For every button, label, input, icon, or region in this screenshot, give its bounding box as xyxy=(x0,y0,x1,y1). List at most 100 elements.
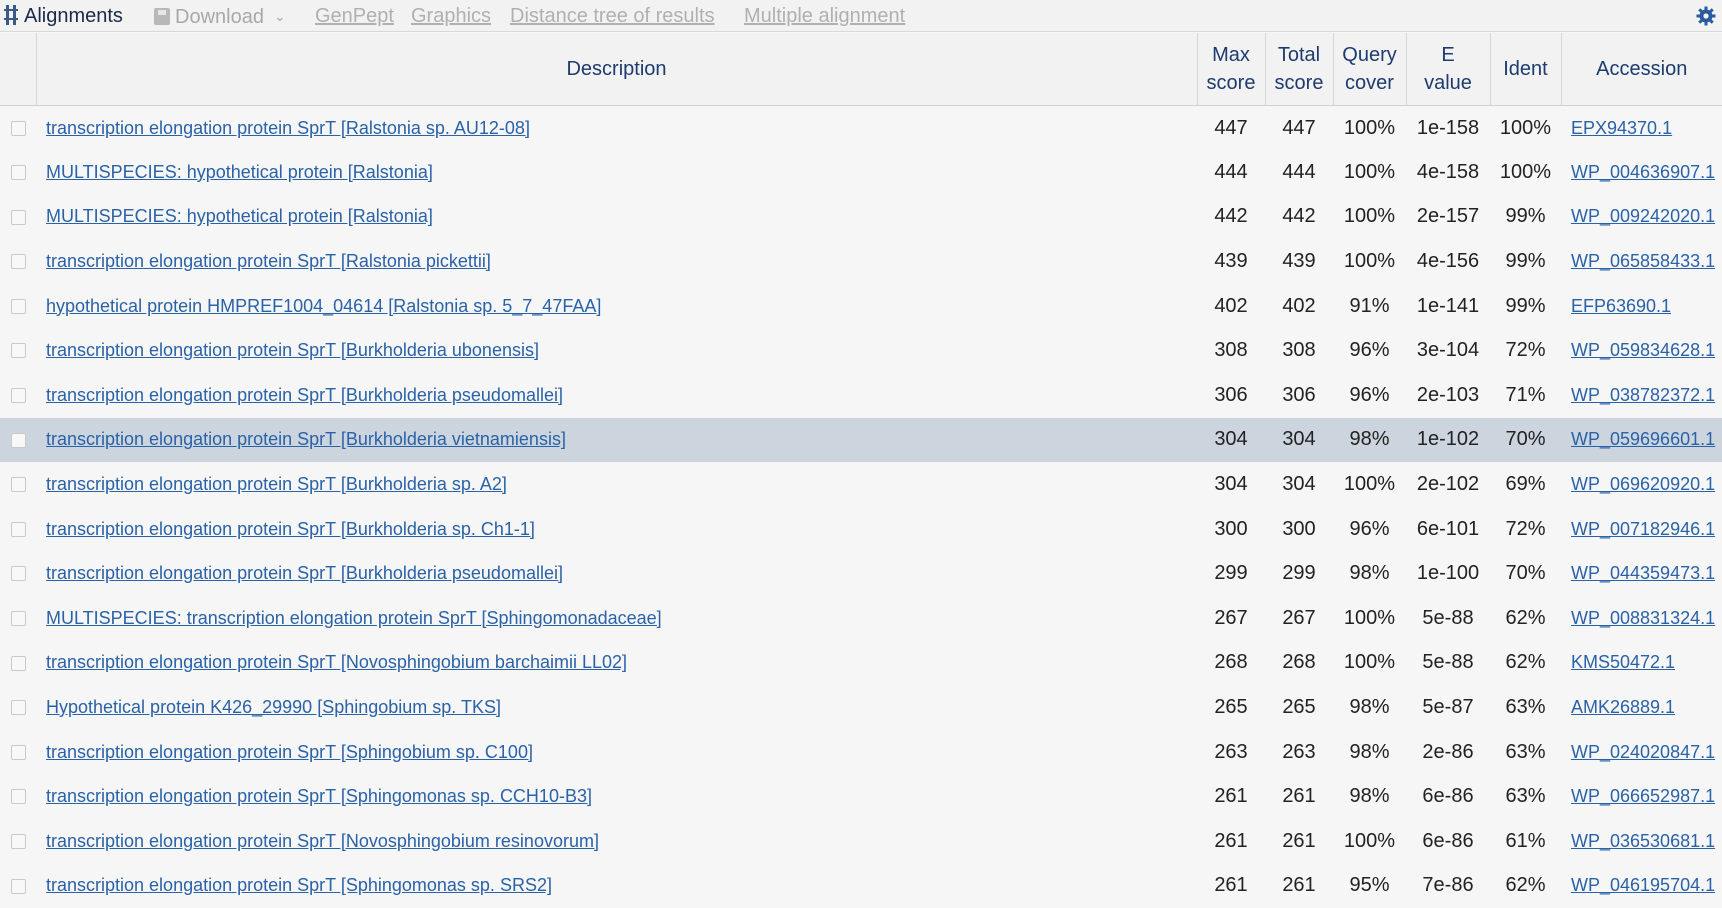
description-link[interactable]: transcription elongation protein SprT [B… xyxy=(46,519,535,539)
description-link[interactable]: transcription elongation protein SprT [S… xyxy=(46,875,552,895)
row-checkbox[interactable] xyxy=(11,522,26,537)
e-value-cell: 5e-87 xyxy=(1406,685,1490,730)
row-checkbox[interactable] xyxy=(11,656,26,671)
description-cell: transcription elongation protein SprT [B… xyxy=(36,328,1197,373)
row-select-cell xyxy=(0,239,36,284)
description-link[interactable]: MULTISPECIES: hypothetical protein [Rals… xyxy=(46,162,433,182)
accession-link[interactable]: WP_044359473.1 xyxy=(1571,563,1715,583)
total-score-cell: 299 xyxy=(1265,551,1333,596)
table-row: transcription elongation protein SprT [B… xyxy=(0,373,1722,418)
total-score-cell: 402 xyxy=(1265,284,1333,329)
download-button[interactable]: Download⌄ xyxy=(154,4,286,29)
description-link[interactable]: transcription elongation protein SprT [S… xyxy=(46,742,533,762)
description-link[interactable]: MULTISPECIES: hypothetical protein [Rals… xyxy=(46,206,433,226)
total-score-header-line1: Total xyxy=(1278,44,1320,66)
accession-cell: WP_008831324.1 xyxy=(1561,596,1722,641)
accession-cell: AMK26889.1 xyxy=(1561,685,1722,730)
table-row: transcription elongation protein SprT [R… xyxy=(0,106,1722,151)
graphics-link[interactable]: Graphics xyxy=(411,4,491,28)
description-link[interactable]: transcription elongation protein SprT [N… xyxy=(46,652,627,672)
description-link[interactable]: transcription elongation protein SprT [B… xyxy=(46,385,563,405)
description-link[interactable]: transcription elongation protein SprT [S… xyxy=(46,786,592,806)
ident-cell: 62% xyxy=(1490,864,1561,908)
row-checkbox[interactable] xyxy=(11,834,26,849)
row-checkbox[interactable] xyxy=(11,299,26,314)
ident-cell: 72% xyxy=(1490,328,1561,373)
description-link[interactable]: transcription elongation protein SprT [B… xyxy=(46,563,563,583)
accession-link[interactable]: WP_024020847.1 xyxy=(1571,742,1715,762)
row-checkbox[interactable] xyxy=(11,789,26,804)
row-checkbox[interactable] xyxy=(11,388,26,403)
row-checkbox[interactable] xyxy=(11,477,26,492)
description-header[interactable]: Description xyxy=(36,33,1197,106)
row-checkbox[interactable] xyxy=(11,566,26,581)
description-cell: Hypothetical protein K426_29990 [Sphingo… xyxy=(36,685,1197,730)
table-row: transcription elongation protein SprT [S… xyxy=(0,774,1722,819)
description-link[interactable]: transcription elongation protein SprT [N… xyxy=(46,831,599,851)
multiple-alignment-link[interactable]: Multiple alignment xyxy=(744,4,905,28)
description-link[interactable]: transcription elongation protein SprT [R… xyxy=(46,118,530,138)
e-value-header[interactable]: Evalue xyxy=(1406,33,1490,106)
description-link[interactable]: MULTISPECIES: transcription elongation p… xyxy=(46,608,662,628)
ident-cell: 71% xyxy=(1490,373,1561,418)
row-checkbox[interactable] xyxy=(11,879,26,894)
row-checkbox[interactable] xyxy=(11,433,26,448)
row-checkbox[interactable] xyxy=(11,700,26,715)
accession-link[interactable]: WP_036530681.1 xyxy=(1571,831,1715,851)
row-select-cell xyxy=(0,551,36,596)
row-select-cell xyxy=(0,774,36,819)
ident-cell: 69% xyxy=(1490,462,1561,507)
disk-icon xyxy=(154,8,170,25)
description-link[interactable]: hypothetical protein HMPREF1004_04614 [R… xyxy=(46,296,601,316)
alignments-title[interactable]: Alignments xyxy=(4,4,123,28)
accession-link[interactable]: WP_066652987.1 xyxy=(1571,786,1715,806)
accession-link[interactable]: WP_004636907.1 xyxy=(1571,162,1715,182)
description-link[interactable]: transcription elongation protein SprT [B… xyxy=(46,474,507,494)
table-row: transcription elongation protein SprT [S… xyxy=(0,730,1722,775)
row-checkbox[interactable] xyxy=(11,121,26,136)
max-score-cell: 300 xyxy=(1197,507,1265,552)
row-checkbox[interactable] xyxy=(11,343,26,358)
description-link[interactable]: transcription elongation protein SprT [B… xyxy=(46,429,566,449)
e-value-cell: 5e-88 xyxy=(1406,596,1490,641)
accession-link[interactable]: WP_046195704.1 xyxy=(1571,875,1715,895)
accession-link[interactable]: AMK26889.1 xyxy=(1571,697,1675,717)
table-row: MULTISPECIES: hypothetical protein [Rals… xyxy=(0,150,1722,195)
description-cell: transcription elongation protein SprT [B… xyxy=(36,462,1197,507)
e-value-cell: 2e-102 xyxy=(1406,462,1490,507)
total-score-header[interactable]: Totalscore xyxy=(1265,33,1333,106)
accession-cell: WP_059834628.1 xyxy=(1561,328,1722,373)
accession-link[interactable]: WP_059834628.1 xyxy=(1571,340,1715,360)
total-score-cell: 263 xyxy=(1265,730,1333,775)
table-row: transcription elongation protein SprT [S… xyxy=(0,864,1722,908)
table-row: hypothetical protein HMPREF1004_04614 [R… xyxy=(0,284,1722,329)
accession-link[interactable]: WP_065858433.1 xyxy=(1571,251,1715,271)
description-link[interactable]: Hypothetical protein K426_29990 [Sphingo… xyxy=(46,697,501,717)
description-link[interactable]: transcription elongation protein SprT [R… xyxy=(46,251,491,271)
accession-link[interactable]: WP_008831324.1 xyxy=(1571,608,1715,628)
genpept-link[interactable]: GenPept xyxy=(315,4,394,28)
total-score-cell: 447 xyxy=(1265,106,1333,151)
description-link[interactable]: transcription elongation protein SprT [B… xyxy=(46,340,539,360)
accession-link[interactable]: EFP63690.1 xyxy=(1571,296,1671,316)
row-checkbox[interactable] xyxy=(11,254,26,269)
e-value-cell: 1e-100 xyxy=(1406,551,1490,596)
accession-link[interactable]: WP_038782372.1 xyxy=(1571,385,1715,405)
accession-link[interactable]: WP_007182946.1 xyxy=(1571,519,1715,539)
row-checkbox[interactable] xyxy=(11,165,26,180)
accession-header[interactable]: Accession xyxy=(1561,33,1722,106)
accession-link[interactable]: WP_009242020.1 xyxy=(1571,206,1715,226)
accession-link[interactable]: EPX94370.1 xyxy=(1571,118,1672,138)
row-checkbox[interactable] xyxy=(11,210,26,225)
max-score-header[interactable]: Maxscore xyxy=(1197,33,1265,106)
query-cover-cell: 98% xyxy=(1333,418,1406,463)
ident-header[interactable]: Ident xyxy=(1490,33,1561,106)
accession-link[interactable]: WP_069620920.1 xyxy=(1571,474,1715,494)
accession-link[interactable]: WP_059696601.1 xyxy=(1571,429,1715,449)
gear-icon[interactable] xyxy=(1696,6,1716,26)
query-cover-header[interactable]: Querycover xyxy=(1333,33,1406,106)
row-checkbox[interactable] xyxy=(11,745,26,760)
accession-link[interactable]: KMS50472.1 xyxy=(1571,652,1675,672)
distance-tree-link[interactable]: Distance tree of results xyxy=(510,4,715,28)
row-checkbox[interactable] xyxy=(11,611,26,626)
